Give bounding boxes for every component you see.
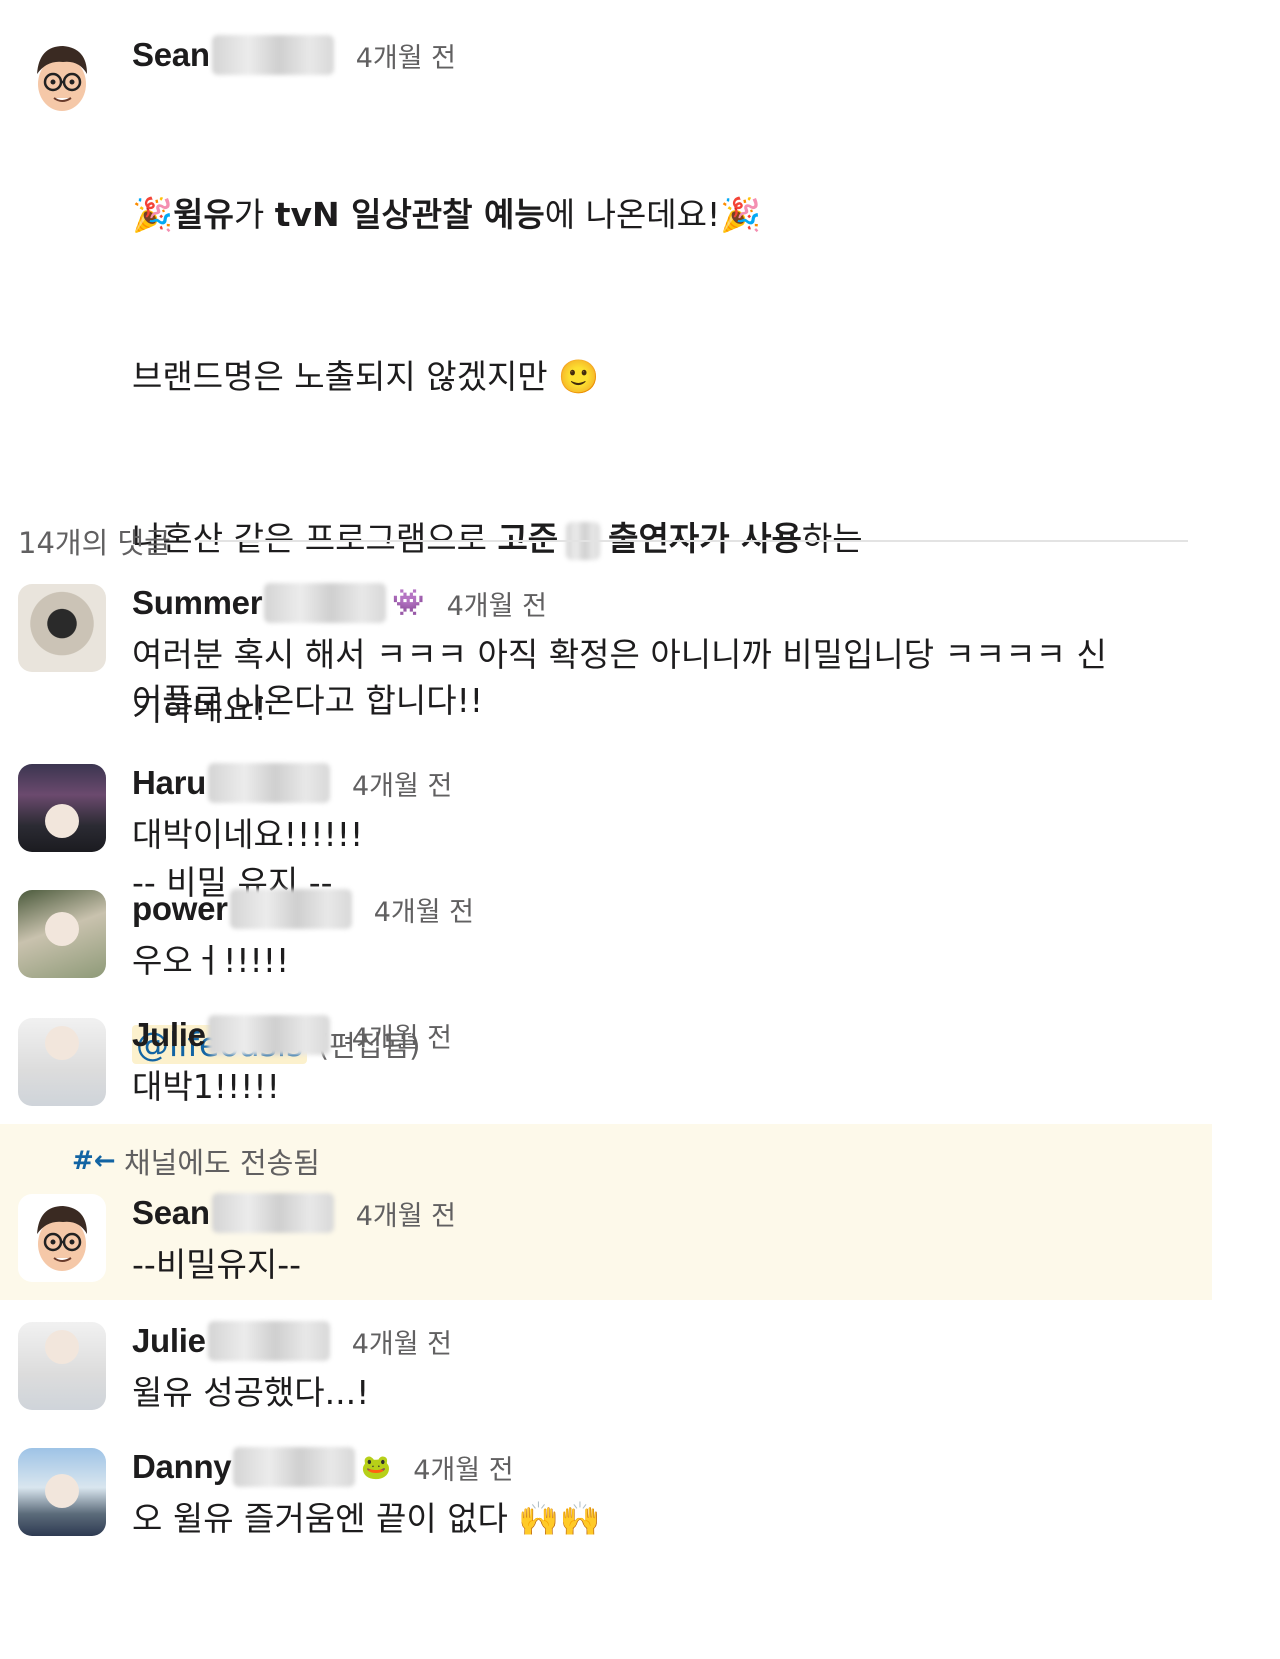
reply-message: Sean 4개월 전 --비밀유지--	[0, 1188, 1280, 1292]
message-header: Summer 👾 4개월 전	[132, 578, 1280, 628]
avatar[interactable]	[18, 1448, 106, 1536]
bold-text: 윌유	[173, 195, 234, 234]
reply-message: Summer 👾 4개월 전 여러분 혹시 해서 ㅋㅋㅋ 아직 확정은 아니니까…	[0, 578, 1280, 736]
reply-message: Danny 🐸 4개월 전 오 윌유 즐거움엔 끝이 없다 🙌🙌	[0, 1442, 1280, 1546]
redacted-name	[211, 35, 334, 75]
avatar[interactable]	[18, 1322, 106, 1410]
reply-message: Julie 4개월 전 대박1!!!!!	[0, 1010, 1280, 1114]
redacted-name	[264, 583, 387, 623]
thread-view: Sean 4개월 전 🎉윌유가 tvN 일상관찰 예능에 나온데요!🎉 브랜드명…	[0, 0, 1280, 1659]
avatar[interactable]	[18, 890, 106, 978]
message-body: 여러분 혹시 해서 ㅋㅋㅋ 아직 확정은 아니니까 비밀입니당 ㅋㅋㅋㅋ 신 기…	[132, 635, 1107, 728]
reply-message: power 4개월 전 우오ㅓ!!!!!	[0, 884, 1280, 988]
avatar[interactable]	[18, 584, 106, 672]
author-name[interactable]: Sean	[132, 36, 210, 74]
message-body: 윌유 성공했다...!	[132, 1373, 370, 1412]
plain-text: 에 나온데요!	[544, 195, 721, 234]
author-name[interactable]: Julie	[132, 1016, 206, 1054]
timestamp[interactable]: 4개월 전	[374, 890, 474, 929]
message-header: Sean 4개월 전	[132, 30, 1280, 80]
line-2: 브랜드명은 노출되지 않겠지만 🙂	[132, 357, 600, 396]
avatar[interactable]	[18, 764, 106, 852]
message-header: Haru 4개월 전	[132, 758, 1280, 808]
author-name[interactable]: power	[132, 890, 228, 928]
redacted-name	[208, 763, 330, 803]
divider-line	[198, 540, 1188, 542]
memoji-icon	[37, 46, 87, 111]
message-body: 대박1!!!!!	[132, 1067, 280, 1106]
replies-divider: 14개의 댓글	[18, 520, 1188, 562]
also-sent-label: 채널에도 전송됨	[124, 1146, 320, 1180]
memoji-icon	[37, 1206, 87, 1271]
party-popper-icon: 🎉	[720, 195, 762, 234]
author-name[interactable]: Sean	[132, 1194, 210, 1232]
party-popper-icon: 🎉	[132, 195, 174, 234]
timestamp[interactable]: 4개월 전	[352, 1016, 452, 1055]
redacted-name	[207, 1015, 330, 1055]
message-header: power 4개월 전	[132, 884, 1280, 934]
also-sent-to-channel[interactable]: #← 채널에도 전송됨	[72, 1140, 320, 1182]
timestamp[interactable]: 4개월 전	[352, 1322, 452, 1361]
timestamp[interactable]: 4개월 전	[356, 36, 456, 75]
avatar-face	[45, 804, 79, 838]
message-body: 우오ㅓ!!!!!	[132, 941, 290, 980]
reply-message: Haru 4개월 전 대박이네요!!!!!!	[0, 758, 1280, 862]
redacted-name	[229, 889, 352, 929]
author-name[interactable]: Danny	[132, 1448, 232, 1486]
avatar[interactable]	[18, 1194, 106, 1282]
redacted-name	[211, 1193, 334, 1233]
avatar-face	[45, 1026, 79, 1060]
timestamp[interactable]: 4개월 전	[413, 1448, 513, 1487]
avatar[interactable]	[18, 34, 106, 122]
message-header: Sean 4개월 전	[132, 1188, 1280, 1238]
line-1: 🎉윌유가 tvN 일상관찰 예능에 나온데요!🎉	[132, 188, 1280, 242]
redacted-name	[207, 1321, 330, 1361]
author-name[interactable]: Julie	[132, 1322, 206, 1360]
bold-text: tvN 일상관찰 예능	[274, 195, 545, 234]
frog-icon: 🐸	[361, 1453, 392, 1481]
avatar[interactable]	[18, 1018, 106, 1106]
author-name[interactable]: Haru	[132, 764, 206, 802]
timestamp[interactable]: 4개월 전	[356, 1194, 456, 1233]
reply-message: Julie 4개월 전 윌유 성공했다...!	[0, 1316, 1280, 1420]
plain-text: 가	[233, 195, 275, 234]
message-header: Julie 4개월 전	[132, 1010, 1280, 1060]
space-invader-icon: 👾	[392, 588, 425, 618]
message-body: --비밀유지--	[132, 1245, 302, 1284]
timestamp[interactable]: 4개월 전	[352, 764, 452, 803]
message-header: Danny 🐸 4개월 전	[132, 1442, 1280, 1492]
message-body: 대박이네요!!!!!!	[132, 815, 364, 854]
avatar-face	[45, 912, 79, 946]
avatar-face	[45, 1330, 79, 1364]
timestamp[interactable]: 4개월 전	[447, 584, 547, 623]
author-name[interactable]: Summer	[132, 584, 263, 622]
redacted-name	[233, 1447, 356, 1487]
message-header: Julie 4개월 전	[132, 1316, 1280, 1366]
channel-share-icon: #←	[72, 1146, 116, 1176]
reply-count: 14개의 댓글	[18, 526, 171, 560]
message-body: 오 윌유 즐거움엔 끝이 없다 🙌🙌	[132, 1499, 601, 1538]
avatar-face	[45, 1474, 79, 1508]
